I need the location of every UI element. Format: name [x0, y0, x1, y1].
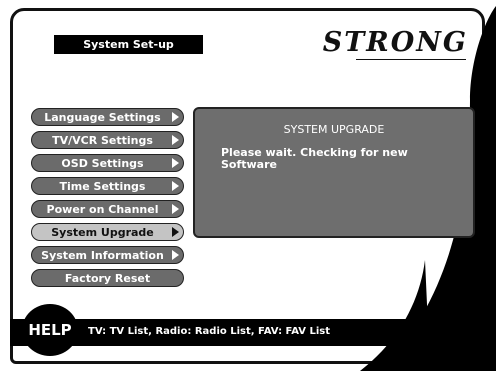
- system-upgrade-panel: SYSTEM UPGRADE Please wait. Checking for…: [193, 107, 475, 238]
- arrow-right-icon: [172, 227, 179, 237]
- arrow-right-icon: [172, 135, 179, 145]
- menu-item-time-settings[interactable]: Time Settings: [31, 177, 184, 195]
- menu-item-label: System Upgrade: [51, 225, 154, 239]
- menu-item-system-information[interactable]: System Information: [31, 246, 184, 264]
- brand-logo: STRONG: [300, 28, 468, 62]
- arrow-right-icon: [172, 158, 179, 168]
- menu-item-label: Power on Channel: [46, 202, 159, 216]
- upgrade-status-message: Please wait. Checking for new Software: [221, 146, 408, 171]
- menu-item-system-upgrade[interactable]: System Upgrade: [31, 223, 184, 241]
- menu-item-tv-vcr-settings[interactable]: TV/VCR Settings: [31, 131, 184, 149]
- tv-screen: System Set-up STRONG Language Settings T…: [0, 0, 496, 371]
- menu-item-label: Time Settings: [59, 179, 146, 193]
- menu-item-factory-reset[interactable]: Factory Reset: [31, 269, 184, 287]
- page-title: System Set-up: [54, 35, 203, 54]
- arrow-right-icon: [172, 250, 179, 260]
- menu-item-label: OSD Settings: [61, 156, 144, 170]
- menu-item-osd-settings[interactable]: OSD Settings: [31, 154, 184, 172]
- arrow-right-icon: [172, 204, 179, 214]
- menu-item-language-settings[interactable]: Language Settings: [31, 108, 184, 126]
- arrow-right-icon: [172, 112, 179, 122]
- menu-item-label: Language Settings: [44, 110, 161, 124]
- menu-item-label: System Information: [41, 248, 164, 262]
- menu-item-label: TV/VCR Settings: [52, 133, 153, 147]
- brand-logo-underline: [356, 59, 466, 60]
- menu-item-power-on-channel[interactable]: Power on Channel: [31, 200, 184, 218]
- panel-title: SYSTEM UPGRADE: [283, 123, 385, 136]
- menu-item-label: Factory Reset: [64, 271, 151, 285]
- help-button[interactable]: HELP: [22, 304, 78, 356]
- brand-logo-text: STRONG: [322, 27, 468, 58]
- help-hint-text: TV: TV List, Radio: Radio List, FAV: FAV…: [88, 326, 331, 337]
- arrow-right-icon: [172, 181, 179, 191]
